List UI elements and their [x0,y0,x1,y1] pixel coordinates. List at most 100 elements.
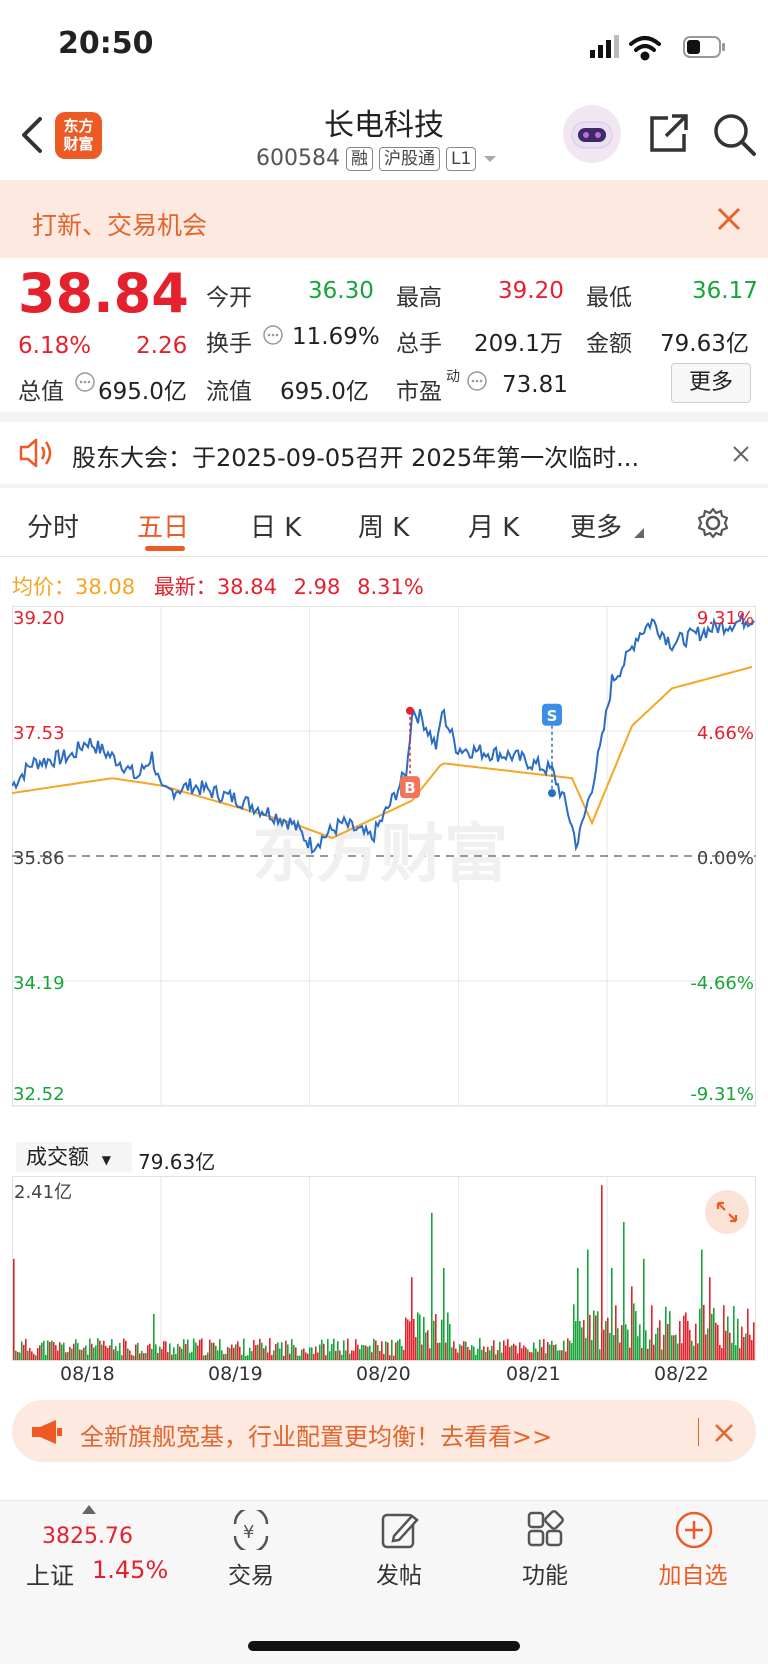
volume-bar [615,1305,617,1360]
search-icon[interactable] [712,112,758,158]
nav-add-watch-label[interactable]: 加自选 [638,1556,748,1590]
index-percent[interactable]: 1.45% [92,1556,168,1584]
stock-code-row[interactable]: 600584 融 沪股通 L1 [256,146,498,171]
gear-icon[interactable] [696,506,730,540]
volume-bar [687,1320,689,1360]
battery-icon [683,36,725,58]
expand-icon[interactable] [705,1190,749,1234]
index-name[interactable]: 上证 [26,1556,74,1591]
add-circle-icon[interactable] [674,1510,714,1550]
volume-bar [453,1341,455,1360]
trade-icon[interactable]: ¥ [229,1510,273,1550]
volume-bar [437,1342,439,1360]
volume-bar [337,1341,339,1360]
volume-bar [301,1349,303,1360]
volume-bar [263,1348,265,1360]
volume-bar [579,1321,581,1360]
index-value[interactable]: 3825.76 [42,1524,133,1549]
notice-text[interactable]: 股东大会：于2025-09-05召开 2025年第一次临时... [72,438,639,473]
volume-chart[interactable]: 2.41亿 [12,1176,756,1360]
volume-bar [317,1352,319,1360]
volume-bar [149,1343,151,1360]
volume-bar [701,1249,703,1360]
volume-bar [665,1306,667,1360]
volume-bar [535,1348,537,1360]
volume-bar [601,1185,603,1360]
volume-bar [549,1344,551,1360]
volume-bar [425,1332,427,1360]
tab-intraday[interactable]: 分时 [27,507,79,544]
volume-bar [733,1306,735,1360]
tab-more[interactable]: 更多 [570,507,622,544]
nav-trade-label[interactable]: 交易 [196,1556,306,1590]
tab-monthly-k[interactable]: 月 K [468,507,519,544]
tab-weekly-k[interactable]: 周 K [358,507,409,544]
nav-post-label[interactable]: 发帖 [344,1556,454,1590]
volume-bar [21,1341,23,1360]
volume-bar [705,1334,707,1360]
y-tick-percent-label: -9.31% [690,1084,754,1105]
volume-bar [371,1352,373,1360]
volume-bar [281,1342,283,1360]
volume-bar [377,1345,379,1360]
change-percent: 6.18% [18,333,92,359]
volume-bar [439,1342,441,1360]
volume-bar [53,1342,55,1360]
volume-bar [737,1318,739,1360]
share-icon[interactable] [646,112,690,156]
close-icon[interactable] [732,445,750,463]
tab-daily-k[interactable]: 日 K [250,507,301,544]
info-icon[interactable] [262,324,284,346]
volume-bar [369,1345,371,1360]
home-indicator [248,1641,520,1651]
more-button[interactable]: 更多 [671,363,751,403]
y-tick-label: 35.86 [13,848,65,869]
info-icon[interactable] [74,371,96,393]
volume-bar [567,1338,569,1360]
volume-bar [19,1352,21,1360]
volume-bar [505,1345,507,1360]
volume-bar [467,1347,469,1360]
volume-bar [157,1352,159,1360]
volume-bar [189,1352,191,1360]
volume-bar [449,1324,451,1360]
volume-bar [669,1311,671,1360]
volume-bar [573,1304,575,1360]
promo-text[interactable]: 打新、交易机会 [32,206,207,242]
avg-label: 均价： [12,575,75,599]
turnover-label: 换手 [206,331,252,357]
volume-bar [395,1342,397,1360]
volume-bar [125,1340,127,1360]
volume-bar [141,1350,143,1360]
volume-bar [295,1347,297,1360]
latest-value: 38.84 [216,575,277,599]
post-icon[interactable] [380,1510,420,1550]
volume-bar [305,1352,307,1360]
indicator-select[interactable]: 成交额 ▼ [16,1142,132,1172]
buy-marker-label: B [404,779,415,797]
info-icon[interactable] [466,370,488,392]
volume-bar [409,1321,411,1360]
close-icon[interactable] [716,206,742,232]
volume-bar [195,1342,197,1360]
watermark-logo: 东方财富 [252,818,508,892]
volume-bar [329,1351,331,1360]
price-chart[interactable]: 东方财富 B S 39.20 9.31% 37.53 4.66% 35.86 0.00% 34… [12,606,756,1136]
tab-five-day[interactable]: 五日 [137,507,189,544]
nav-functions-label[interactable]: 功能 [490,1556,600,1590]
volume-bar [561,1350,563,1360]
y-tick-percent-label: 9.31% [697,608,754,629]
assistant-robot-icon[interactable] [562,104,622,164]
volume-bar [525,1347,527,1360]
volume-bar [353,1350,355,1360]
volume-bar [431,1212,433,1360]
volume-bar [351,1350,353,1360]
volume-bar [31,1351,33,1360]
triangle-icon [634,528,644,538]
close-icon[interactable] [714,1423,734,1443]
banner-text[interactable]: 全新旗舰宽基，行业配置更均衡！去看看>> [80,1417,552,1452]
volume-bar [315,1346,317,1360]
volume-bar [539,1339,541,1360]
volume-bar [63,1342,65,1360]
grid-apps-icon[interactable] [526,1510,566,1550]
